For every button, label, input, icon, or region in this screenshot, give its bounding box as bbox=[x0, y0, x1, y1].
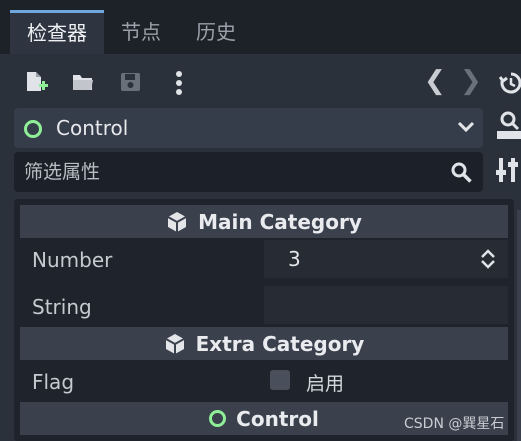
category-title: Extra Category bbox=[195, 331, 365, 356]
property-tools-button[interactable] bbox=[496, 156, 521, 186]
tab-history[interactable]: 历史 bbox=[178, 10, 254, 54]
tab-inspector[interactable]: 检查器 bbox=[10, 10, 104, 54]
tab-node[interactable]: 节点 bbox=[104, 10, 178, 54]
category-main: Main Category bbox=[20, 205, 508, 238]
more-icon bbox=[176, 71, 182, 95]
category-title: Main Category bbox=[198, 209, 362, 234]
search-icon bbox=[451, 162, 472, 183]
tools-icon bbox=[496, 158, 518, 182]
filter-properties bbox=[14, 152, 483, 192]
green-circle-icon bbox=[209, 410, 227, 427]
object-selector-value: Control bbox=[56, 116, 129, 140]
number-spinbox[interactable]: 3 bbox=[264, 240, 508, 278]
doc-search-icon bbox=[497, 111, 521, 139]
open-resource-button[interactable] bbox=[64, 63, 98, 99]
object-selector[interactable]: Control bbox=[14, 108, 483, 148]
filter-properties-input[interactable] bbox=[14, 152, 434, 192]
category-extra: Extra Category bbox=[20, 327, 508, 360]
chevron-down-icon bbox=[457, 121, 475, 133]
doc-search-button[interactable] bbox=[496, 110, 521, 140]
history-icon bbox=[499, 72, 521, 94]
updown-arrows-icon[interactable] bbox=[480, 248, 496, 270]
object-history-button[interactable] bbox=[492, 63, 521, 99]
scrollbar[interactable] bbox=[517, 210, 521, 441]
open-folder-icon bbox=[73, 75, 93, 90]
cube-icon bbox=[167, 211, 187, 232]
watermark: CSDN @巽星石 bbox=[404, 416, 505, 432]
category-title: Control bbox=[236, 406, 319, 431]
history-back-button[interactable]: ❮ bbox=[424, 64, 446, 98]
property-label-number: Number bbox=[32, 248, 113, 272]
more-options-button[interactable] bbox=[162, 63, 196, 99]
history-forward-button[interactable]: ❯ bbox=[460, 64, 482, 98]
green-circle-icon bbox=[24, 120, 42, 138]
new-resource-icon bbox=[27, 72, 48, 91]
tab-bar: 检查器 节点 历史 bbox=[0, 0, 521, 54]
property-label-flag: Flag bbox=[32, 370, 75, 394]
property-label-string: String bbox=[32, 295, 92, 319]
save-icon bbox=[121, 73, 140, 91]
new-resource-button[interactable] bbox=[18, 63, 52, 99]
flag-checkbox[interactable] bbox=[270, 370, 290, 390]
save-resource-button[interactable] bbox=[112, 63, 146, 99]
flag-checkbox-label[interactable]: 启用 bbox=[306, 369, 344, 396]
cube-icon bbox=[165, 333, 185, 354]
number-value: 3 bbox=[288, 247, 301, 271]
string-field[interactable] bbox=[264, 286, 508, 324]
